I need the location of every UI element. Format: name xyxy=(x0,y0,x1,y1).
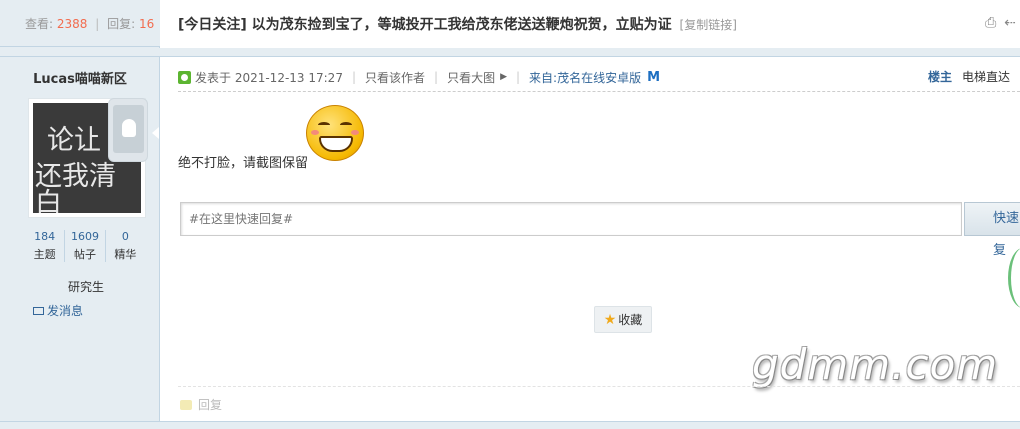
stat-value: 1609 xyxy=(70,230,99,243)
header-icons: ⎙ ⇠ xyxy=(985,15,1016,31)
stat-value: 0 xyxy=(121,230,129,243)
stat-label: 帖子 xyxy=(73,248,96,261)
big-image-link[interactable]: 只看大图 xyxy=(447,69,495,86)
thread-stats: 查看: 2388 | 回复: 16 xyxy=(25,15,154,32)
views-count: 2388 xyxy=(56,17,88,31)
stat-label: 主题 xyxy=(33,248,56,261)
stat-digest[interactable]: 0 精华 xyxy=(106,230,145,262)
author-stats: 184 主题 1609 帖子 0 精华 xyxy=(25,230,145,262)
post-info-bar: 发表于 2021-12-13 17:27 | 只看该作者 | 只看大图 ▶ | … xyxy=(178,68,660,86)
post-divider xyxy=(178,91,1020,92)
post-body: 绝不打脸，请截图保留 xyxy=(178,156,309,171)
avatar-pointer xyxy=(152,127,159,139)
decoration-arc xyxy=(1008,248,1020,308)
stats-separator: | xyxy=(95,17,100,31)
stat-label: 精华 xyxy=(114,248,137,261)
quick-reply-input[interactable] xyxy=(180,202,962,236)
thread-title: [今日关注] 以为茂东捡到宝了，等城投开工我给茂东佬送送鞭炮祝贺，立贴为证 xyxy=(178,17,672,33)
post-date: 发表于 2021-12-13 17:27 xyxy=(195,70,343,85)
avatar-text-2: 还我清白 xyxy=(35,161,116,213)
header-divider xyxy=(0,48,1020,57)
send-message-label: 发消息 xyxy=(47,304,84,318)
source-link[interactable]: 来自:茂名在线安卓版 xyxy=(529,69,641,86)
envelope-icon xyxy=(33,306,44,315)
stat-value: 184 xyxy=(34,230,56,243)
user-rank: 研究生 xyxy=(67,280,104,294)
reply-button[interactable]: 回复 xyxy=(180,396,222,413)
floor-label: 楼主 xyxy=(928,70,953,84)
triangle-right-icon: ▶ xyxy=(500,72,507,82)
stat-threads[interactable]: 184 主题 xyxy=(25,230,66,262)
favorite-label: 收藏 xyxy=(618,313,643,327)
watermark: gdmm.com xyxy=(752,340,999,389)
stat-posts[interactable]: 1609 帖子 xyxy=(65,230,106,262)
only-author-link[interactable]: 只看该作者 xyxy=(365,69,425,86)
back-icon[interactable]: ⇠ xyxy=(1004,15,1016,31)
footer-divider xyxy=(178,386,1020,387)
reply-label: 回复 xyxy=(198,398,223,412)
favorite-button[interactable]: ★ 收藏 xyxy=(594,306,652,333)
copy-link[interactable]: [复制链接] xyxy=(680,18,737,32)
android-phone-icon xyxy=(108,98,148,162)
grinning-face-icon xyxy=(306,105,364,161)
views-label: 查看: xyxy=(25,17,54,31)
bottom-divider xyxy=(0,421,1020,429)
thread-title-row: [今日关注] 以为茂东捡到宝了，等城投开工我给茂东佬送送鞭炮祝贺，立贴为证 [复… xyxy=(178,14,737,34)
avatar-text-1: 论让 xyxy=(47,125,101,156)
replies-label: 回复: xyxy=(107,17,136,31)
print-icon[interactable]: ⎙ xyxy=(985,15,996,31)
reply-icon xyxy=(180,399,192,410)
replies-count: 16 xyxy=(139,17,155,31)
app-logo-icon: M xyxy=(647,69,661,85)
author-name[interactable]: Lucas喵喵新区 xyxy=(0,68,160,87)
elevator-link[interactable]: 电梯直达 xyxy=(962,68,1010,85)
star-icon: ★ xyxy=(603,311,617,328)
online-status-icon xyxy=(178,70,191,84)
quick-reply-button[interactable]: 快速回复 xyxy=(964,202,1020,258)
send-message-link[interactable]: 发消息 xyxy=(33,302,83,319)
